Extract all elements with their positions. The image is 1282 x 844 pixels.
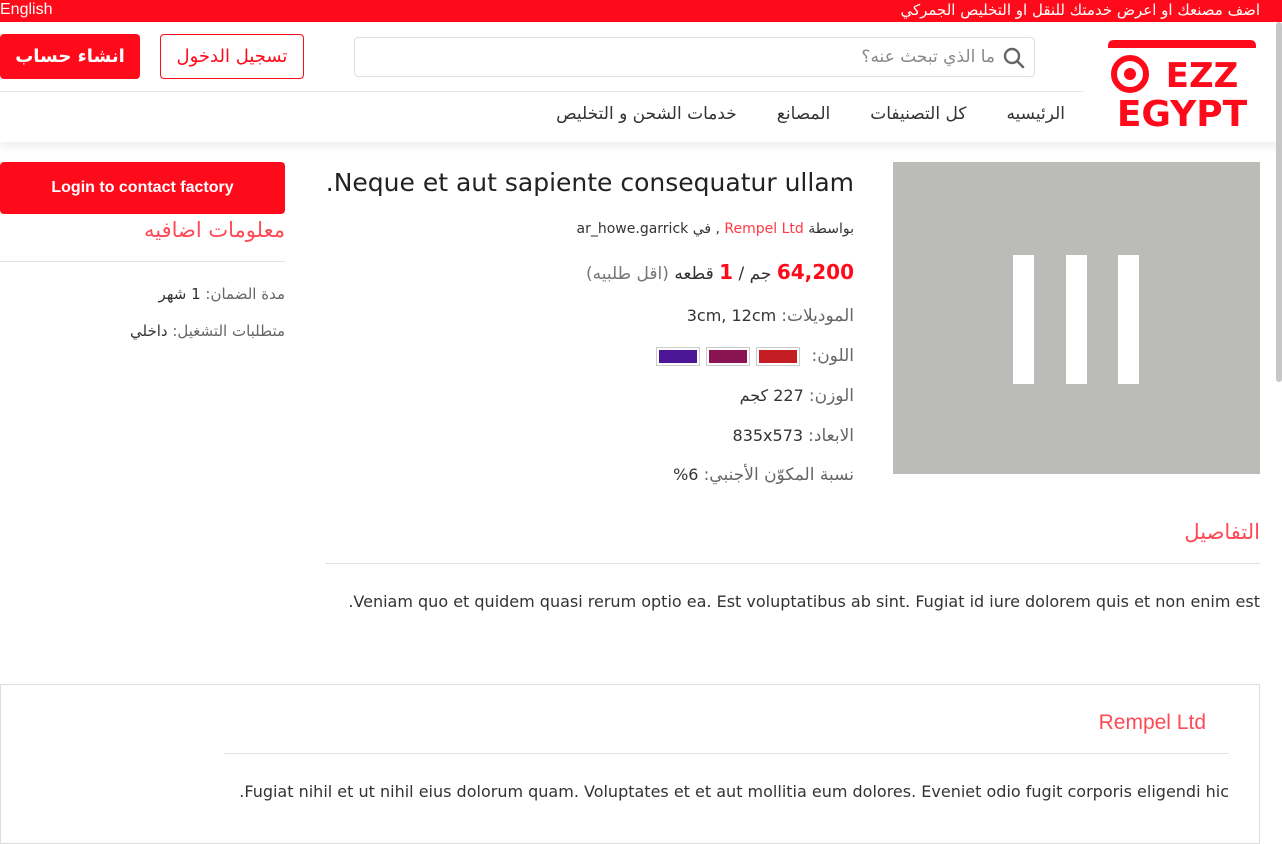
- login-to-contact-button[interactable]: Login to contact factory: [0, 162, 285, 214]
- company-link[interactable]: Rempel Ltd: [724, 221, 803, 237]
- image-placeholder-bar: [1013, 255, 1034, 384]
- details-text: Veniam quo et quidem quasi rerum optio e…: [348, 592, 1260, 611]
- dimensions-label: الابعاد:: [808, 426, 854, 446]
- nav-factories[interactable]: المصانع: [777, 104, 830, 124]
- add-factory-link[interactable]: اضف مصنعك او اعرض خدمتك للنقل او التخليص…: [900, 0, 1260, 20]
- foreign-component-label: نسبة المكوّن الأجنبي:: [703, 465, 854, 485]
- image-placeholder-bar: [1066, 255, 1087, 384]
- color-swatch[interactable]: [756, 347, 801, 366]
- foreign-component-row: نسبة المكوّن الأجنبي: 6%: [673, 465, 854, 485]
- operation-requirements-row: متطلبات التشغيل: داخلي: [130, 322, 285, 340]
- header-divider: [0, 91, 1084, 92]
- price-amount: 64,200: [776, 260, 854, 284]
- product-title: Neque et aut sapiente consequatur ullam.: [325, 168, 854, 197]
- ezz-egypt-logo[interactable]: EZZ EGYPT: [1104, 32, 1260, 132]
- dimensions-value: 835x573: [732, 426, 804, 445]
- dimensions-row: الابعاد: 835x573: [733, 426, 854, 446]
- by-prefix: بواسطة: [808, 221, 854, 237]
- company-divider: [224, 753, 1229, 754]
- company-card: Rempel Ltd Fugiat nihil et ut nihil eius…: [0, 684, 1260, 844]
- page-scrollbar[interactable]: [1276, 22, 1282, 382]
- search-icon[interactable]: [1002, 46, 1026, 70]
- image-placeholder-bar: [1118, 255, 1139, 384]
- quantity-unit: قطعه: [674, 264, 714, 284]
- svg-text:EGYPT: EGYPT: [1117, 94, 1248, 132]
- main-nav: الرئيسيه كل التصنيفات المصانع خدمات الشح…: [556, 104, 1065, 124]
- additional-info-title: معلومات اضافيه: [144, 218, 285, 242]
- color-label: اللون:: [811, 346, 854, 366]
- nav-home[interactable]: الرئيسيه: [1006, 104, 1065, 124]
- weight-label: الوزن:: [808, 386, 854, 406]
- register-button[interactable]: انشاء حساب: [0, 34, 140, 79]
- nav-shipping-services[interactable]: خدمات الشحن و التخليص: [556, 104, 737, 124]
- top-banner: English اضف مصنعك او اعرض خدمتك للنقل او…: [0, 0, 1282, 22]
- operation-requirements-label: متطلبات التشغيل:: [172, 322, 285, 340]
- models-row: الموديلات: 3cm, 12cm: [687, 306, 854, 326]
- weight-value: 227 كجم: [739, 386, 804, 405]
- details-title: التفاصيل: [1184, 520, 1260, 544]
- warranty-value: 1 شهر: [158, 285, 201, 303]
- company-description: Fugiat nihil et ut nihil eius dolorum qu…: [239, 782, 1229, 801]
- product-image-placeholder[interactable]: [893, 162, 1260, 474]
- in-label: , في: [692, 221, 720, 237]
- color-swatch[interactable]: [706, 347, 751, 366]
- warranty-row: مدة الضمان: 1 شهر: [159, 285, 285, 303]
- details-divider: [325, 563, 1260, 564]
- price-currency: جم /: [738, 264, 772, 284]
- warranty-label: مدة الضمان:: [205, 285, 285, 303]
- search-bar: [354, 37, 1035, 77]
- product-price: 64,200 جم / 1 قطعه (اقل طلبيه): [586, 260, 854, 284]
- models-label: الموديلات:: [781, 306, 854, 326]
- product-byline: بواسطة Rempel Ltd , في ar_howe.garrick: [577, 221, 854, 237]
- company-title[interactable]: Rempel Ltd: [1099, 711, 1206, 735]
- nav-all-categories[interactable]: كل التصنيفات: [870, 104, 966, 124]
- language-switch-link[interactable]: English: [0, 0, 52, 19]
- svg-text:EZZ: EZZ: [1166, 56, 1239, 96]
- sidebar-divider: [0, 261, 285, 262]
- foreign-component-value: 6%: [673, 465, 699, 484]
- min-order-label: (اقل طلبيه): [585, 264, 669, 284]
- site-header: EZZ EGYPT تسجيل الدخول انشاء حساب الرئيس…: [0, 22, 1282, 142]
- search-input[interactable]: [365, 42, 995, 72]
- seller-username: ar_howe.garrick: [576, 221, 689, 237]
- weight-row: الوزن: 227 كجم: [740, 386, 854, 406]
- models-value: 3cm, 12cm: [686, 306, 777, 325]
- min-quantity: 1: [719, 260, 734, 284]
- color-swatches: [656, 347, 801, 366]
- color-swatch[interactable]: [656, 347, 701, 366]
- login-button[interactable]: تسجيل الدخول: [160, 34, 304, 79]
- operation-requirements-value: داخلي: [129, 322, 168, 340]
- color-row: اللون:: [656, 346, 854, 366]
